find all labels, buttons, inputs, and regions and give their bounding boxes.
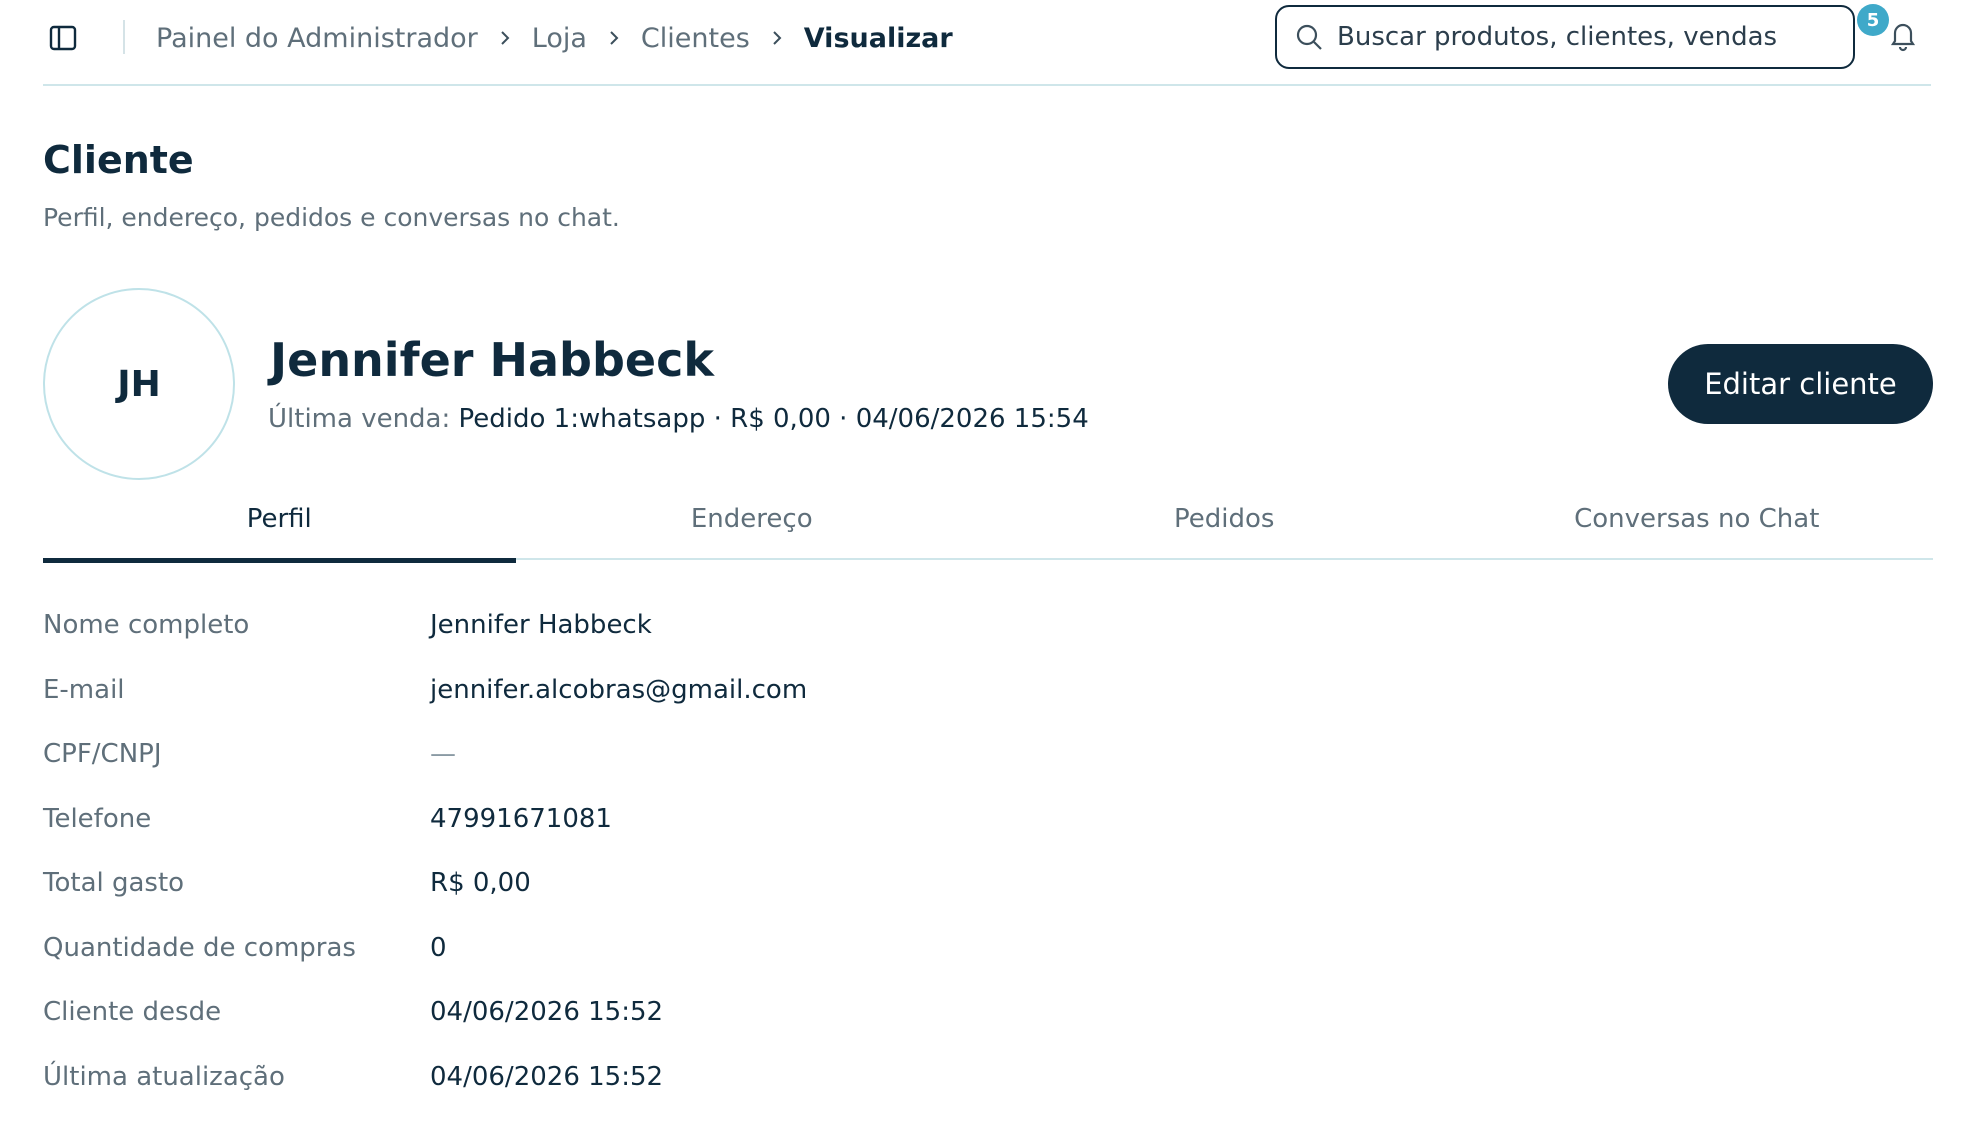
detail-value: — (430, 739, 456, 769)
detail-label: Telefone (43, 803, 152, 834)
sidebar-toggle-icon[interactable] (47, 22, 79, 54)
detail-label: Total gasto (43, 868, 185, 898)
detail-row-customer-since: Cliente desde 04/06/2026 15:52 (43, 997, 1543, 1062)
detail-row-last-updated: Última atualização 04/06/2026 15:52 (43, 1062, 1543, 1127)
detail-label: Última atualização (43, 1061, 285, 1092)
detail-value: 47991671081 (430, 803, 612, 834)
detail-row-email: E-mail jennifer.alcobras@gmail.com (43, 675, 1543, 740)
breadcrumb: Painel do Administrador Loja Clientes Vi… (156, 0, 953, 76)
search-icon (1296, 24, 1322, 50)
detail-value: jennifer.alcobras@gmail.com (430, 674, 808, 705)
detail-value: 04/06/2026 15:52 (430, 1061, 664, 1092)
tab-chat-conversations[interactable]: Conversas no Chat (1461, 492, 1934, 558)
detail-value: R$ 0,00 (430, 868, 531, 898)
detail-label: Quantidade de compras (43, 932, 356, 963)
detail-value: 04/06/2026 15:52 (430, 997, 664, 1027)
detail-row-full-name: Nome completo Jennifer Habbeck (43, 610, 1543, 675)
notification-count-badge: 5 (1857, 4, 1889, 36)
toolbar-divider (123, 20, 125, 54)
chevron-right-icon (605, 29, 623, 47)
breadcrumb-item-customers[interactable]: Clientes (641, 23, 750, 54)
breadcrumb-current: Visualizar (803, 22, 953, 54)
chevron-right-icon (768, 29, 786, 47)
detail-row-cpf-cnpj: CPF/CNPJ — (43, 739, 1543, 804)
detail-row-total-spent: Total gasto R$ 0,00 (43, 868, 1543, 933)
tab-address[interactable]: Endereço (516, 492, 989, 558)
page-subtitle: Perfil, endereço, pedidos e conversas no… (43, 203, 620, 232)
customer-view-page: Painel do Administrador Loja Clientes Vi… (0, 0, 1966, 1148)
detail-row-phone: Telefone 47991671081 (43, 804, 1543, 869)
search-input[interactable] (1337, 22, 1837, 52)
customer-name: Jennifer Habbeck (270, 333, 714, 387)
page-title: Cliente (43, 138, 194, 182)
edit-customer-button[interactable]: Editar cliente (1668, 344, 1933, 424)
detail-label: Cliente desde (43, 997, 222, 1027)
search-box[interactable] (1275, 5, 1855, 69)
top-bar: Painel do Administrador Loja Clientes Vi… (43, 0, 1931, 86)
detail-label: E-mail (43, 674, 125, 705)
last-sale: Última venda: Pedido 1:whatsapp · R$ 0,0… (268, 404, 1089, 434)
detail-value: 0 (430, 932, 447, 963)
avatar: JH (43, 288, 235, 480)
detail-label: CPF/CNPJ (43, 739, 162, 769)
last-sale-value: Pedido 1:whatsapp · R$ 0,00 · 04/06/2026… (458, 404, 1089, 434)
detail-label: Nome completo (43, 610, 250, 640)
chevron-right-icon (496, 29, 514, 47)
detail-value: Jennifer Habbeck (430, 610, 652, 640)
tab-profile[interactable]: Perfil (43, 492, 516, 563)
breadcrumb-item-admin-panel[interactable]: Painel do Administrador (156, 23, 478, 54)
breadcrumb-item-store[interactable]: Loja (532, 23, 587, 54)
bell-icon[interactable] (1886, 18, 1926, 58)
tab-bar: Perfil Endereço Pedidos Conversas no Cha… (43, 492, 1934, 563)
detail-row-purchase-count: Quantidade de compras 0 (43, 933, 1543, 998)
profile-details: Nome completo Jennifer Habbeck E-mail je… (43, 610, 1543, 1126)
tab-orders[interactable]: Pedidos (988, 492, 1461, 558)
last-sale-label: Última venda: (268, 404, 451, 434)
